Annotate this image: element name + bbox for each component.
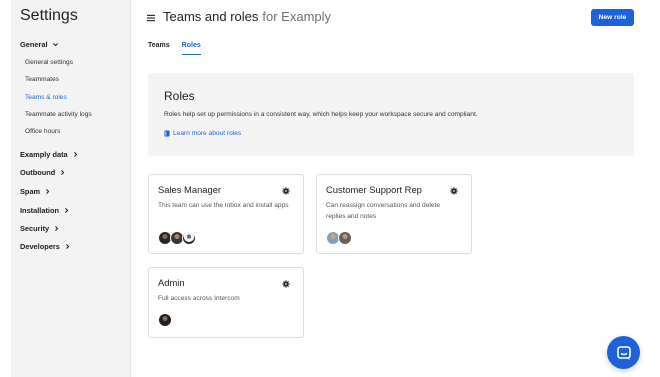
page-title-main: Teams and roles [163, 9, 259, 24]
role-description: This team can use the Inbox and install … [158, 202, 289, 209]
sidebar-item-office-hours[interactable]: Office hours [25, 128, 60, 135]
sidebar-item-teammates[interactable]: Teammates [25, 76, 59, 83]
roles-info-banner: Roles Roles help set up permissions in a… [148, 73, 634, 156]
main-content: Teams and roles for Examply New role Tea… [131, 0, 660, 377]
banner-title: Roles [164, 89, 195, 103]
chevron-right-icon [55, 226, 59, 231]
role-card-customer-support-rep[interactable]: Customer Support Rep Can reassign conver… [316, 174, 472, 254]
learn-more-link[interactable]: Learn more about roles [164, 130, 241, 137]
avatar [338, 231, 352, 245]
chevron-down-icon [52, 43, 58, 47]
sidebar-group-label: Installation [20, 206, 60, 215]
sidebar-group-label: General [20, 40, 48, 49]
sidebar-group-developers[interactable]: Developers [20, 242, 71, 251]
sidebar-item-teammate-activity-logs[interactable]: Teammate activity logs [25, 111, 92, 118]
sidebar-group-label: Developers [20, 242, 60, 251]
tab-roles[interactable]: Roles [181, 42, 201, 55]
sidebar-item-general-settings[interactable]: General settings [25, 59, 73, 66]
role-card-sales-manager[interactable]: Sales Manager This team can use the Inbo… [148, 174, 304, 254]
avatar-group [326, 231, 352, 245]
sidebar-group-general[interactable]: General [20, 40, 59, 49]
role-title: Admin [158, 277, 185, 288]
avatar [182, 231, 196, 245]
role-title: Customer Support Rep [326, 184, 422, 195]
chevron-right-icon [73, 152, 77, 157]
sidebar-group-outbound[interactable]: Outbound [20, 168, 66, 177]
avatar [158, 313, 172, 327]
left-gutter [0, 0, 11, 377]
page-title-suffix: for Examply [262, 9, 332, 24]
chevron-right-icon [46, 189, 50, 194]
hamburger-icon[interactable] [147, 14, 155, 22]
messenger-launcher-button[interactable] [607, 336, 640, 369]
avatar-group [158, 313, 172, 327]
sidebar-group-label: Spam [20, 187, 41, 196]
sidebar-group-installation[interactable]: Installation [20, 206, 70, 215]
sidebar: Settings General General settings Teamma… [11, 0, 131, 377]
sidebar-group-spam[interactable]: Spam [20, 187, 51, 196]
sidebar-group-label: Security [20, 224, 50, 233]
chevron-right-icon [65, 208, 69, 213]
role-card-admin[interactable]: Admin Full access across Intercom [148, 267, 304, 338]
chevron-right-icon [65, 244, 70, 249]
learn-more-label: Learn more about roles [173, 130, 242, 137]
role-description: Can reassign conversations and delete re… [326, 202, 440, 220]
tab-teams[interactable]: Teams [148, 42, 170, 55]
avatar-group [158, 231, 196, 245]
sidebar-group-label: Examply data [20, 150, 68, 159]
role-description: Full access across Intercom [158, 295, 240, 302]
new-role-button[interactable]: New role [591, 9, 634, 26]
sidebar-group-security[interactable]: Security [20, 224, 60, 233]
app-window: Settings General General settings Teamma… [0, 0, 660, 377]
sidebar-title: Settings [20, 7, 78, 24]
tab-bar: Teams Roles [148, 42, 201, 55]
gear-icon[interactable] [282, 280, 290, 288]
chat-icon [616, 345, 631, 360]
gear-icon[interactable] [282, 187, 290, 195]
sidebar-group-examply-data[interactable]: Examply data [20, 150, 79, 159]
chevron-right-icon [61, 170, 65, 175]
sidebar-group-label: Outbound [20, 168, 56, 177]
page-title: Teams and roles for Examply [163, 9, 331, 24]
role-title: Sales Manager [158, 184, 222, 195]
banner-text: Roles help set up permissions in a consi… [164, 111, 478, 118]
sidebar-item-teams-roles[interactable]: Teams & roles [25, 94, 67, 101]
book-icon [164, 130, 170, 137]
gear-icon[interactable] [450, 187, 458, 195]
